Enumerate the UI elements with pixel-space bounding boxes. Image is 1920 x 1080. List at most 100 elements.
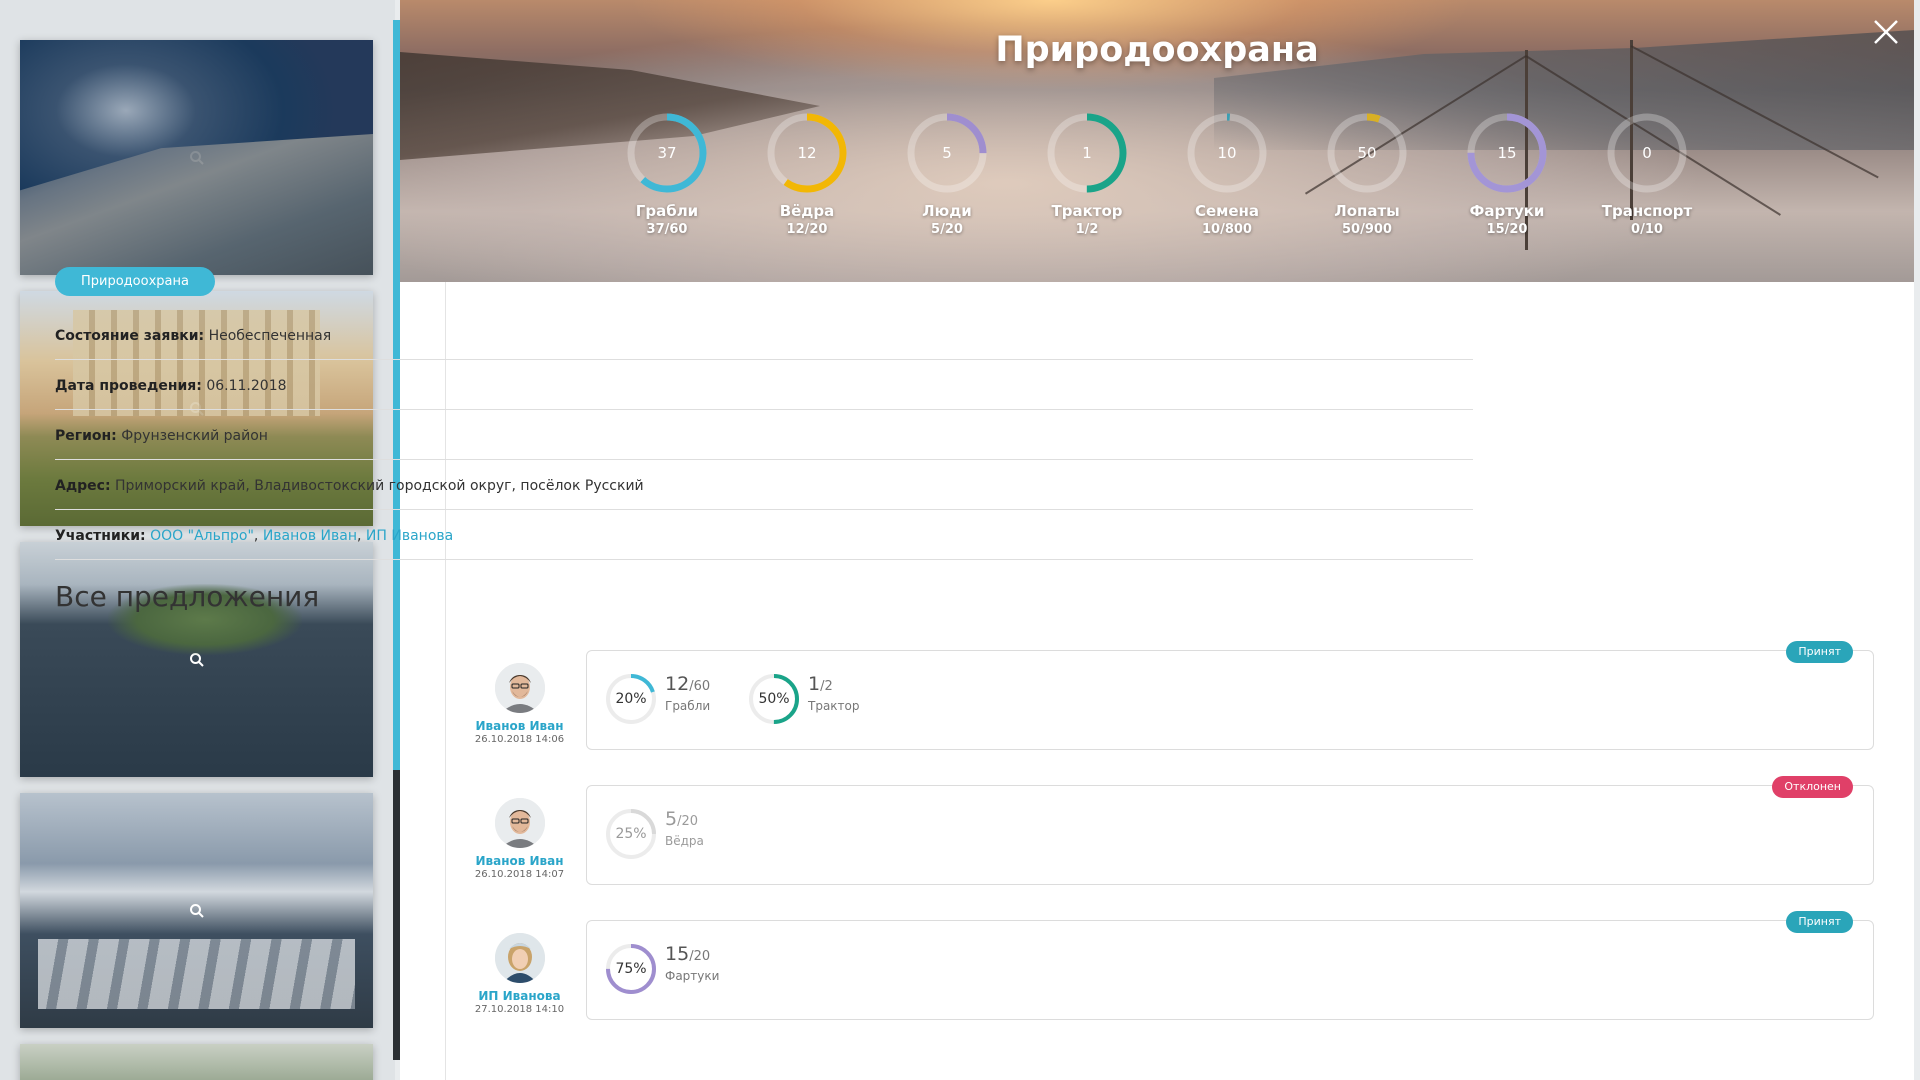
resource-gauge: 37 Грабли 37/60 <box>607 112 727 237</box>
gauge-ratio: 0/10 <box>1631 222 1663 237</box>
gauge-label: Семена <box>1194 202 1260 220</box>
participant-link[interactable]: ИП Иванова <box>366 528 453 544</box>
gauge-value: 12 <box>797 144 817 162</box>
proposal-user: Иванов Иван 26.10.2018 14:06 <box>467 663 572 745</box>
date-label: Дата проведения: <box>55 378 202 394</box>
resource-name: Фартуки <box>665 969 720 983</box>
date-value: 06.11.2018 <box>206 378 287 394</box>
participants-label: Участники: <box>55 528 146 544</box>
resource-percent: 75% <box>615 961 647 977</box>
gauge-ratio: 10/800 <box>1202 222 1252 237</box>
resource-amount-total: /60 <box>689 679 711 694</box>
resource-amount: 12/60 <box>665 673 710 695</box>
resource-amount: 1/2 <box>808 673 833 695</box>
gauge-label: Транспорт <box>1601 202 1693 220</box>
gauge-label: Лопаты <box>1334 202 1400 220</box>
resource-gauge: 12 Вёдра 12/20 <box>747 112 867 237</box>
address-value: Приморский край, Владивостокский городск… <box>115 478 644 494</box>
resource-amount-total: /2 <box>820 679 833 694</box>
gauge-value: 0 <box>1642 144 1652 162</box>
proposals-title: Все предложения <box>55 580 320 613</box>
status-value: Необеспеченная <box>208 328 332 344</box>
proposal-user-name[interactable]: Иванов Иван <box>467 719 572 733</box>
resource-percent: 50% <box>758 691 790 707</box>
gauge-ratio: 5/20 <box>931 222 963 237</box>
resource-amount-value: 1 <box>808 673 821 695</box>
avatar[interactable] <box>494 798 545 848</box>
region-label: Регион: <box>55 428 117 444</box>
info-row-region: Регион: Фрунзенский район <box>55 410 1473 460</box>
info-row-address: Адрес: Приморский край, Владивостокский … <box>55 460 1473 510</box>
gauge-label: Грабли <box>635 202 699 220</box>
gallery-thumbnail[interactable] <box>20 542 373 777</box>
info-row-participants: Участники: ООО "Альпро", Иванов Иван, ИП… <box>55 510 1473 560</box>
avatar[interactable] <box>494 663 545 713</box>
gauge-label: Трактор <box>1051 202 1123 220</box>
gauge-value: 50 <box>1357 144 1377 162</box>
close-icon[interactable] <box>1872 18 1900 46</box>
avatar-female-icon <box>494 933 545 983</box>
address-label: Адрес: <box>55 478 111 494</box>
participant-link[interactable]: Иванов Иван <box>263 528 357 544</box>
resource-percent: 25% <box>615 826 647 842</box>
resource-amount: 5/20 <box>665 808 698 830</box>
proposal-row: ИП Иванова 27.10.2018 14:10 Принят 75% 15/20… <box>400 911 1914 1020</box>
proposal-card[interactable]: Отклонен 25% 5/20 Вёдра <box>586 776 1874 885</box>
status-badge: Принят <box>1786 641 1853 663</box>
resource-gauge: 1 Трактор 1/2 <box>1027 112 1147 237</box>
resource-name: Грабли <box>665 699 711 713</box>
participant-separator: , <box>357 528 362 544</box>
gauge-label: Люди <box>922 202 972 220</box>
proposal-user: Иванов Иван 26.10.2018 14:07 <box>467 798 572 880</box>
gallery-thumbnail[interactable] <box>20 1044 373 1080</box>
gauge-value: 5 <box>942 144 952 162</box>
proposal-row: Иванов Иван 26.10.2018 14:06 Принят 20% 12/6… <box>400 641 1914 750</box>
gauge-ratio: 12/20 <box>786 222 828 237</box>
proposal-date: 27.10.2018 14:10 <box>474 1004 565 1015</box>
gauge-ratio: 1/2 <box>1075 222 1099 237</box>
proposal-user-name[interactable]: Иванов Иван <box>467 854 572 868</box>
avatar-male-icon <box>494 798 545 848</box>
avatar[interactable] <box>494 933 545 983</box>
gauge-label: Вёдра <box>779 202 835 220</box>
magnifier-icon <box>189 903 204 918</box>
category-tag[interactable]: Природоохрана <box>55 267 215 296</box>
resource-gauge: 5 Люди 5/20 <box>887 112 1007 237</box>
gauge-value: 37 <box>657 144 677 162</box>
modal-title: Природоохрана <box>995 30 1319 70</box>
magnifier-icon <box>189 652 204 667</box>
proposal-user: ИП Иванова 27.10.2018 14:10 <box>467 933 572 1015</box>
avatar-male-icon <box>494 663 545 713</box>
gallery-thumbnail[interactable] <box>20 793 373 1028</box>
gallery-thumbnail[interactable] <box>20 40 373 275</box>
proposal-date: 26.10.2018 14:06 <box>474 734 565 745</box>
gauge-ratio: 50/900 <box>1342 222 1392 237</box>
resource-percent: 20% <box>615 691 647 707</box>
proposal-card[interactable]: Принят 20% 12/60 Грабли 50% 1/2 Трактор <box>586 641 1874 750</box>
region-value: Фрунзенский район <box>121 428 268 444</box>
resource-amount-value: 15 <box>665 943 690 965</box>
status-badge: Принят <box>1786 911 1853 933</box>
proposal-card[interactable]: Принят 75% 15/20 Фартуки <box>586 911 1874 1020</box>
resource-name: Трактор <box>808 699 860 713</box>
resource-gauge: 15 Фартуки 15/20 <box>1447 112 1567 237</box>
resource-gauge: 10 Семена 10/800 <box>1167 112 1287 237</box>
resource-amount-value: 5 <box>665 808 678 830</box>
gauge-value: 15 <box>1497 144 1517 162</box>
participant-link[interactable]: ООО "Альпро" <box>150 528 254 544</box>
participant-separator: , <box>253 528 259 544</box>
resource-amount: 15/20 <box>665 943 710 965</box>
magnifier-icon <box>189 150 204 165</box>
proposal-user-name[interactable]: ИП Иванова <box>467 989 572 1003</box>
proposal-date: 26.10.2018 14:07 <box>474 869 565 880</box>
proposal-row: Иванов Иван 26.10.2018 14:07 Отклонен 25% 5/… <box>400 776 1914 885</box>
info-row-status: Состояние заявки: Необеспеченная <box>55 310 1473 360</box>
gauge-label: Фартуки <box>1469 202 1545 220</box>
resource-amount-total: /20 <box>689 949 711 964</box>
resource-amount-total: /20 <box>677 814 699 829</box>
gauge-ratio: 15/20 <box>1486 222 1528 237</box>
status-label: Состояние заявки: <box>55 328 205 344</box>
gauge-value: 10 <box>1217 144 1237 162</box>
resource-amount-value: 12 <box>665 673 690 695</box>
resource-name: Вёдра <box>665 834 704 848</box>
